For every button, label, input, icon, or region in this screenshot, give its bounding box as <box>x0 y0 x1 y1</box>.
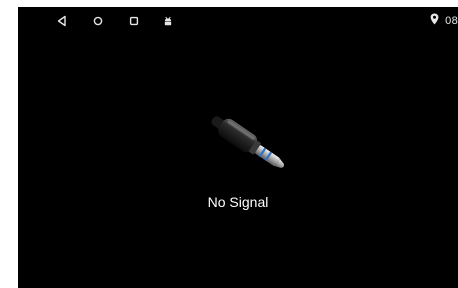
no-signal-screen: 08 No Signal <box>18 7 458 288</box>
back-icon[interactable] <box>55 14 69 28</box>
location-pin-icon <box>430 12 439 30</box>
recents-icon[interactable] <box>127 14 141 28</box>
status-bar: 08 <box>18 7 458 33</box>
status-right: 08 <box>430 13 458 29</box>
status-clock: 08 <box>445 15 458 27</box>
android-icon <box>161 14 175 28</box>
no-signal-message: No Signal <box>207 194 269 210</box>
audio-jack-plug-icon <box>203 112 298 177</box>
home-icon[interactable] <box>91 14 105 28</box>
